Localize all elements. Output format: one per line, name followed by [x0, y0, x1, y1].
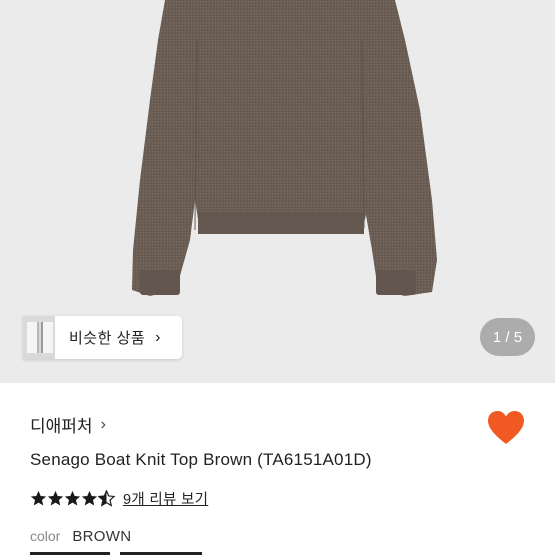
reviews-link[interactable]: 9개 리뷰 보기: [123, 488, 208, 509]
star-icon: [64, 490, 81, 506]
similar-products-button[interactable]: 비슷한 상품 ›: [23, 316, 182, 359]
star-icon: [30, 490, 47, 506]
chevron-right-icon: ›: [155, 328, 161, 346]
shop-link[interactable]: 디애퍼처 ›: [30, 412, 106, 437]
star-icon: [81, 490, 98, 506]
color-label: color: [30, 528, 61, 544]
rating-stars: [30, 490, 115, 507]
shop-name: 디애퍼처: [30, 417, 93, 436]
image-page-counter: 1 / 5: [480, 318, 535, 356]
half-star-icon: [98, 490, 115, 507]
color-option-row: color BROWN: [30, 528, 131, 545]
similar-products-label: 비슷한 상품: [69, 330, 146, 347]
color-value: BROWN: [72, 528, 132, 545]
star-icon: [47, 490, 64, 506]
product-image-gallery[interactable]: 비슷한 상품 › 1 / 5: [0, 0, 555, 383]
heart-icon[interactable]: [487, 410, 525, 446]
similar-product-thumbnail: [23, 316, 55, 359]
chevron-right-icon: ›: [100, 415, 106, 433]
rating-row: 9개 리뷰 보기: [30, 488, 208, 509]
product-title: Senago Boat Knit Top Brown (TA6151A01D): [30, 450, 372, 469]
